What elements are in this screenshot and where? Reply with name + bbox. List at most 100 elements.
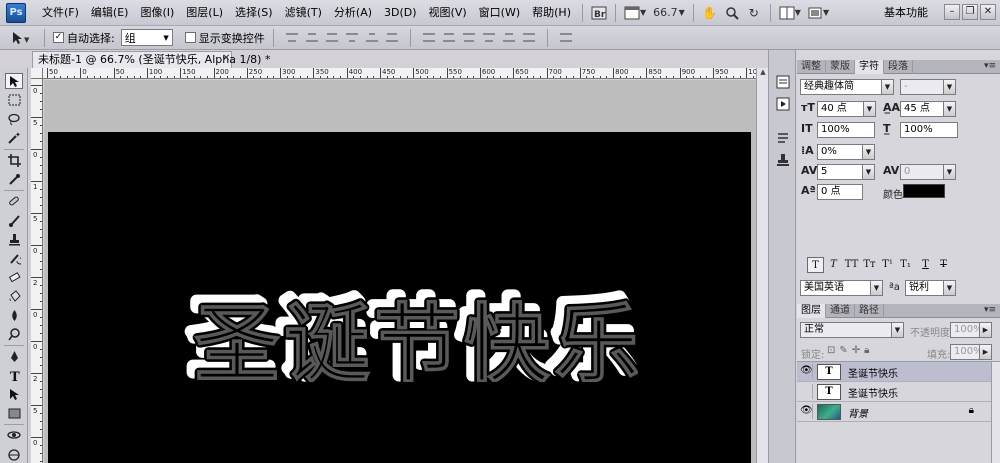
move-tool-icon[interactable] [5,73,23,89]
tab-masks[interactable]: 蒙版 [826,60,855,74]
chevron-down-icon[interactable]: ▼ [943,79,956,95]
leading-field[interactable]: 45 点 [900,101,944,117]
pen-tool-icon[interactable] [5,348,23,364]
fill-field[interactable]: 100% [950,344,983,360]
zoom-level[interactable]: 66.7 [649,6,682,19]
visibility-empty-icon[interactable] [800,385,812,397]
menu-select[interactable]: 选择(S) [229,3,279,23]
chevron-down-icon[interactable]: ▼ [862,144,875,160]
subscript-button[interactable]: T₁ [897,257,914,273]
tab-channels[interactable]: 通道 [826,304,855,318]
horizontal-scale-field[interactable]: 100% [900,122,958,138]
menu-file[interactable]: 文件(F) [36,3,85,23]
auto-align-layers-icon[interactable] [558,31,574,45]
visibility-eye-icon[interactable]: 👁︎ [800,405,813,417]
magic-wand-icon[interactable]: ✦ [5,130,23,146]
hand-icon[interactable]: ✋ [699,4,721,22]
workspace-switcher[interactable]: 基本功能 [884,3,928,23]
tab-character[interactable]: 字符 [855,60,884,74]
align-left-icon[interactable] [344,31,360,45]
history-panel-icon[interactable] [774,74,792,90]
lock-all-icon[interactable]: 🔒︎ [864,345,869,356]
align-bottom-icon[interactable] [324,31,340,45]
tsume-field[interactable]: 0% [817,144,863,160]
chevron-down-icon[interactable]: ▼ [862,164,875,180]
align-vcenter-icon[interactable] [304,31,320,45]
superscript-button[interactable]: T¹ [879,257,896,273]
chevron-down-icon[interactable]: ▼ [640,8,646,17]
tab-paragraph[interactable]: 段落 [884,60,913,74]
faux-bold-button[interactable]: T [807,257,824,273]
font-style-field[interactable]: - [900,79,944,95]
distribute-bottom-icon[interactable] [461,31,477,45]
tab-paths[interactable]: 路径 [855,304,884,318]
distribute-top-icon[interactable] [421,31,437,45]
lock-image-icon[interactable]: ✎ [839,345,847,356]
tracking-field[interactable]: 5 [817,164,863,180]
crop-tool-icon[interactable] [5,152,23,168]
layer-row[interactable]: 👁︎ T 圣诞节快乐 [797,362,1000,382]
auto-select-dropdown[interactable]: 组 ▼ [120,29,173,46]
antialias-field[interactable]: 锐利 [905,280,945,296]
align-hcenter-icon[interactable] [364,31,380,45]
chevron-down-icon[interactable]: ▼ [870,280,883,296]
lasso-tool-icon[interactable] [5,111,23,127]
menu-analysis[interactable]: 分析(A) [328,3,378,23]
chevron-down-icon[interactable]: ▼ [943,101,956,117]
distribute-left-icon[interactable] [481,31,497,45]
path-selection-icon[interactable] [5,386,23,402]
tab-adjustments[interactable]: 调整 [797,60,826,74]
align-top-icon[interactable] [284,31,300,45]
blend-mode-field[interactable]: 正常 [800,322,892,338]
lock-position-icon[interactable]: ✛ [852,345,860,356]
minimize-icon[interactable]: – [944,4,960,20]
vertical-scale-field[interactable]: 100% [817,122,875,138]
layers-scrollbar[interactable] [991,362,1000,463]
kerning-field[interactable]: 0 [900,164,944,180]
strikethrough-button[interactable]: T [935,257,952,273]
language-field[interactable]: 美国英语 [800,280,872,296]
history-brush-icon[interactable] [5,250,23,266]
blur-icon[interactable] [5,307,23,323]
3d-orbit-icon[interactable] [5,446,23,462]
distribute-right-icon[interactable] [521,31,537,45]
font-size-field[interactable]: 40 点 [817,101,865,117]
chevron-down-icon[interactable]: ▼ [823,8,829,17]
faux-italic-button[interactable]: T [825,257,842,273]
canvas-text-art[interactable]: 圣诞节快乐 圣诞节快乐 圣诞节快乐 [178,282,638,382]
tab-layers[interactable]: 图层 [797,304,826,318]
baseline-shift-field[interactable]: 0 点 [817,184,863,200]
type-tool-icon[interactable]: T [5,367,23,383]
panel-menu-icon[interactable]: ▾≡ [984,61,996,71]
vertical-scrollbar[interactable]: ▲ [756,68,768,463]
chevron-down-icon[interactable]: ▶ [979,344,992,360]
chevron-down-icon[interactable]: ▶ [979,322,992,338]
chevron-down-icon[interactable]: ▼ [679,8,685,17]
menu-filter[interactable]: 滤镜(T) [279,3,328,23]
lock-transparent-icon[interactable]: ⊡ [827,345,835,356]
show-transform-checkbox[interactable] [184,32,196,43]
scroll-up-icon[interactable]: ▲ [758,68,768,78]
distribute-vcenter-icon[interactable] [441,31,457,45]
shape-tool-icon[interactable] [5,405,23,421]
paint-bucket-icon[interactable] [5,288,23,304]
chevron-down-icon[interactable]: ▼ [795,8,801,17]
chevron-down-icon[interactable]: ▼ [881,79,894,95]
brush-icon[interactable] [5,212,23,228]
close-icon[interactable]: ✕ [222,53,230,64]
menu-3d[interactable]: 3D(D) [378,3,423,23]
clone-stamp-icon[interactable] [5,231,23,247]
distribute-hcenter-icon[interactable] [501,31,517,45]
menu-window[interactable]: 窗口(W) [473,3,526,23]
healing-brush-icon[interactable] [5,193,23,209]
chevron-down-icon[interactable]: ▼ [943,280,956,296]
close-icon[interactable]: ✕ [980,4,996,20]
actions-panel-icon[interactable] [774,96,792,112]
text-color-swatch[interactable] [903,184,945,198]
eraser-icon[interactable] [5,269,23,285]
layer-row[interactable]: 👁︎ 背景 🔒︎ [797,402,1000,422]
3d-rotate-icon[interactable] [5,427,23,443]
visibility-eye-icon[interactable]: 👁︎ [800,365,813,377]
rotate-view-icon[interactable]: ↻ [743,4,765,22]
opacity-field[interactable]: 100% [950,322,983,338]
